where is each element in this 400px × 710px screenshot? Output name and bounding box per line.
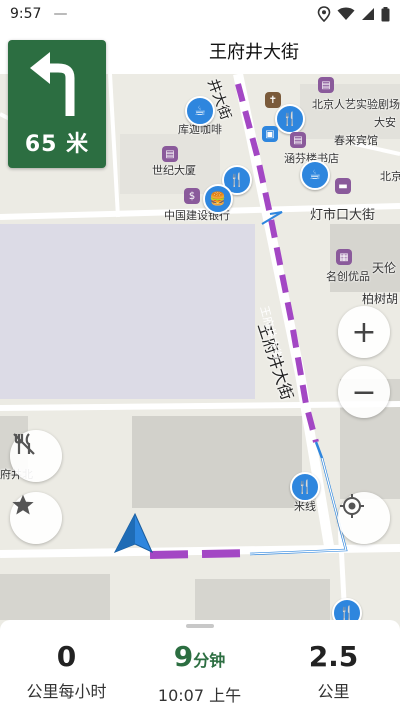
favorites-button[interactable]: [10, 492, 62, 544]
hotel-poi-icon[interactable]: ▬: [335, 178, 351, 194]
map-label-mingchuang: 名创优品: [326, 270, 370, 283]
speed-value: 0: [56, 640, 77, 673]
bus-poi-icon[interactable]: ▣: [262, 126, 278, 142]
restaurant-poi-icon[interactable]: 🍴: [332, 598, 362, 620]
status-dash: —: [53, 6, 68, 22]
signal-icon: [362, 8, 374, 20]
map-label-tianyi: 天伦: [372, 261, 397, 275]
no-restaurant-toggle-button[interactable]: [10, 430, 62, 482]
map-label-beijing: 北京: [380, 170, 400, 183]
library-poi-icon[interactable]: ▤: [290, 132, 306, 148]
eta-minutes: 9: [173, 640, 194, 673]
zoom-out-button[interactable]: −: [338, 366, 390, 418]
church-poi-icon[interactable]: ✝: [265, 92, 281, 108]
status-time: 9:57: [10, 6, 42, 22]
location-icon: [317, 6, 331, 22]
map-label-chunlai: 春来宾馆: [334, 134, 378, 147]
shop-poi-icon[interactable]: ▦: [336, 249, 352, 265]
map-label-baishu: 柏树胡: [362, 292, 399, 306]
zoom-in-button[interactable]: +: [338, 306, 390, 358]
arrival-time: 10:07 上午: [157, 686, 242, 705]
eta-unit: 分钟: [193, 651, 226, 670]
distance-label: 公里: [317, 682, 350, 701]
star-icon: [12, 494, 34, 515]
zoom-in-label: +: [351, 314, 377, 350]
turn-distance: 65 米: [24, 132, 90, 157]
eta-stat: 9分钟 10:07 上午: [133, 640, 266, 706]
map-label-shiji: 世纪大厦: [152, 164, 196, 177]
distance-value: 2.5: [308, 640, 359, 673]
status-bar: 9:57 —: [0, 0, 400, 28]
turn-left-arrow-icon: [30, 52, 75, 116]
fastfood-poi-icon[interactable]: 🍔: [203, 184, 233, 214]
turn-instruction-card[interactable]: 65 米: [8, 40, 106, 168]
panel-drag-handle[interactable]: [186, 624, 214, 628]
cafe-poi-icon[interactable]: ☕: [300, 160, 330, 190]
speed-label: 公里每小时: [26, 682, 107, 701]
wifi-icon: [337, 7, 355, 20]
bank-poi-icon[interactable]: $: [184, 188, 200, 204]
my-location-icon: [340, 494, 364, 518]
library-poi-icon[interactable]: ▤: [162, 146, 178, 162]
restaurant-poi-icon[interactable]: 🍴: [290, 472, 320, 502]
trip-info-panel[interactable]: 0 公里每小时 9分钟 10:07 上午 2.5 公里: [0, 620, 400, 710]
battery-icon: [381, 6, 390, 21]
restaurant-poi-icon[interactable]: 🍴: [275, 104, 305, 134]
cafe-poi-icon[interactable]: ☕: [185, 96, 215, 126]
speed-stat: 0 公里每小时: [0, 640, 133, 702]
map-label-renyi: 北京人艺实验剧场: [312, 98, 400, 111]
recenter-location-button[interactable]: [338, 492, 390, 544]
distance-stat: 2.5 公里: [267, 640, 400, 702]
no-restaurant-icon: [13, 433, 35, 455]
library-poi-icon[interactable]: ▤: [318, 77, 334, 93]
map-label-dengshikou: 灯市口大街: [310, 208, 376, 223]
current-street-name: 王府井大街: [209, 42, 299, 63]
map-label-daanjin: 大安: [374, 116, 396, 129]
zoom-out-label: −: [351, 374, 377, 410]
